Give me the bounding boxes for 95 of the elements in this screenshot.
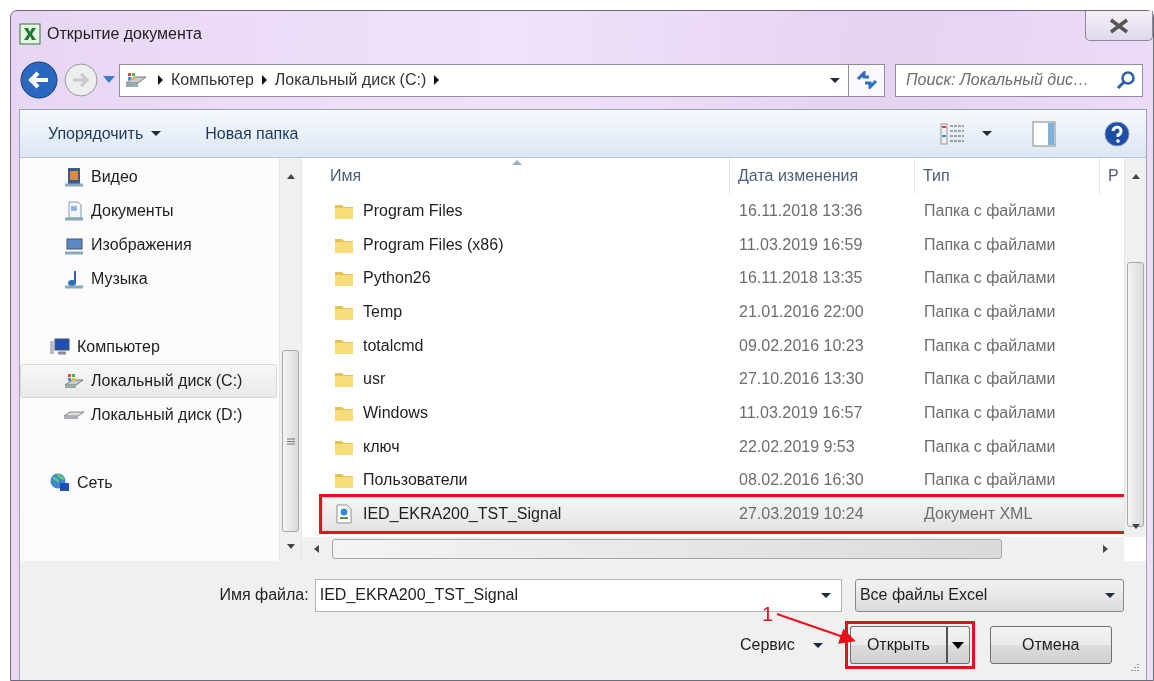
file-row[interactable]: Пользователи 08.02.2016 16:30 Папка с файлами [322,463,1124,498]
type-cell-text: Папка с файлами [923,268,1057,289]
document-icon [63,200,85,222]
address-bar[interactable]: Компьютер Локальный диск (C:) [119,63,849,97]
refresh-icon [855,71,878,89]
file-name: Windows [363,402,428,423]
date-cell-text: 16.11.2018 13:36 [738,200,864,221]
breadcrumb-item[interactable]: Локальный диск (C:) [274,68,427,92]
sidebar-item[interactable]: Изображения [20,228,277,262]
breadcrumb-arrow-icon[interactable] [158,75,163,85]
resize-grip-icon[interactable] [1128,662,1140,674]
date-cell-text: 27.10.2016 13:30 [738,369,865,390]
globe-icon [49,472,71,494]
file-name: Temp [363,301,403,322]
file-name: Python26 [363,268,431,289]
file-name: Пользователи [363,470,468,491]
type-cell-text: Папка с файлами [923,436,1057,457]
breadcrumb-arrow-icon[interactable] [434,75,440,85]
file-name: usr [363,369,386,390]
music-note-icon [63,268,85,290]
computer-icon [49,336,71,358]
date-cell-text: 22.02.2019 9:53 [738,436,856,457]
sidebar-item[interactable]: Локальный диск (D:) [20,398,277,432]
type-cell-text: Папка с файлами [923,369,1057,390]
date-cell-text: 09.02.2016 10:23 [738,335,865,356]
open-button[interactable]: Открыть [849,626,946,664]
type-cell-text: Папка с файлами [923,402,1057,423]
file-row[interactable]: Windows 11.03.2019 16:57 Папка с файлами [322,396,1124,430]
cancel-button[interactable]: Отмена [989,626,1112,664]
date-cell-text: 11.03.2019 16:59 [738,234,864,255]
breadcrumb-item[interactable]: Компьютер [171,68,254,92]
file-name: IED_EKRA200_TST_Signal [363,504,562,525]
file-name: Program Files (x86) [363,234,504,255]
file-row[interactable]: Temp 21.01.2016 22:00 Папка с файлами [322,295,1124,329]
view-options-icon[interactable] [940,122,966,145]
date-cell-text: 08.02.2016 16:30 [738,470,865,491]
caret-icon[interactable] [820,592,831,598]
file-row[interactable]: usr 27.10.2016 13:30 Папка с файлами [322,362,1124,397]
column-header[interactable]: Тип [915,158,1100,194]
refresh-button[interactable] [849,63,885,97]
file-row[interactable]: IED_EKRA200_TST_Signal 27.03.2019 10:24 Документ XML [322,497,1124,531]
open-dropdown-button[interactable] [945,626,970,664]
date-cell-text: 27.03.2019 10:24 [738,504,865,525]
date-cell-text: 16.11.2018 13:35 [738,268,864,289]
sidebar-item[interactable]: Музыка [20,262,277,296]
breadcrumb-arrow-icon[interactable] [261,75,267,85]
type-cell-text: Папка с файлами [923,301,1057,322]
date-cell-text: 21.01.2016 22:00 [738,301,865,322]
type-cell-text: Документ XML [923,504,1034,525]
file-row[interactable]: Python26 16.11.2018 13:35 Папка с файлами [322,261,1124,296]
file-type-dropdown[interactable]: Все файлы Excel [854,578,1124,612]
caret-icon[interactable] [812,642,823,648]
file-name: Program Files [363,200,463,221]
sidebar-item[interactable]: Документы [20,194,277,228]
caret-icon [952,641,965,649]
help-icon[interactable] [1104,120,1130,147]
sidebar-scrollbar[interactable] [279,158,301,561]
column-header[interactable]: Дата изменения [730,158,915,194]
back-button[interactable] [19,60,59,100]
file-row[interactable]: Program Files 16.11.2018 13:36 Папка с файлами [322,194,1124,228]
file-row[interactable]: totalcmd 09.02.2016 10:23 Папка с файлами [322,328,1124,363]
filename-label: Имя файла: [218,585,309,605]
date-cell-text: 11.03.2019 16:57 [738,402,864,423]
close-icon [1108,17,1130,34]
file-row[interactable]: Program Files (x86) 11.03.2019 16:59 Папка с файлами [322,227,1124,262]
type-cell-text: Папка с файлами [923,234,1057,255]
search-icon [1116,70,1136,90]
history-dropdown-icon[interactable] [103,76,115,84]
grip-icon [286,437,295,445]
sidebar-item[interactable]: Сеть [20,466,277,500]
close-button[interactable] [1085,11,1153,41]
file-row[interactable]: ключ 22.02.2019 9:53 Папка с файлами [322,429,1124,464]
window-title: Открытие документа [47,24,202,44]
document-icon [333,503,355,526]
search-field[interactable]: Поиск: Локальный дис… [895,63,1143,97]
tools-menu[interactable]: Сервис [740,633,795,657]
list-scrollbar[interactable] [1124,158,1146,537]
toolbar-button[interactable]: Новая папка [197,117,307,150]
excel-icon [19,23,41,45]
type-cell-text: Папка с файлами [923,335,1057,356]
sidebar-item[interactable]: Компьютер [20,330,277,364]
horizontal-scrollbar[interactable] [302,537,1124,561]
column-header[interactable]: Имя [322,158,730,194]
toolbar-button[interactable]: Упорядочить [40,117,170,150]
sidebar-item[interactable]: Локальный диск (C:) [20,364,277,398]
type-cell-text: Папка с файлами [923,470,1057,491]
type-cell-text: Папка с файлами [923,200,1057,221]
caret-icon[interactable] [982,131,992,136]
film-icon [63,166,85,188]
file-name: ключ [363,436,400,457]
file-name: totalcmd [363,335,424,356]
sidebar-item[interactable]: Видео [20,160,277,194]
drive-icon [63,410,85,420]
drive-icon [124,71,148,89]
caret-icon[interactable] [830,77,840,83]
